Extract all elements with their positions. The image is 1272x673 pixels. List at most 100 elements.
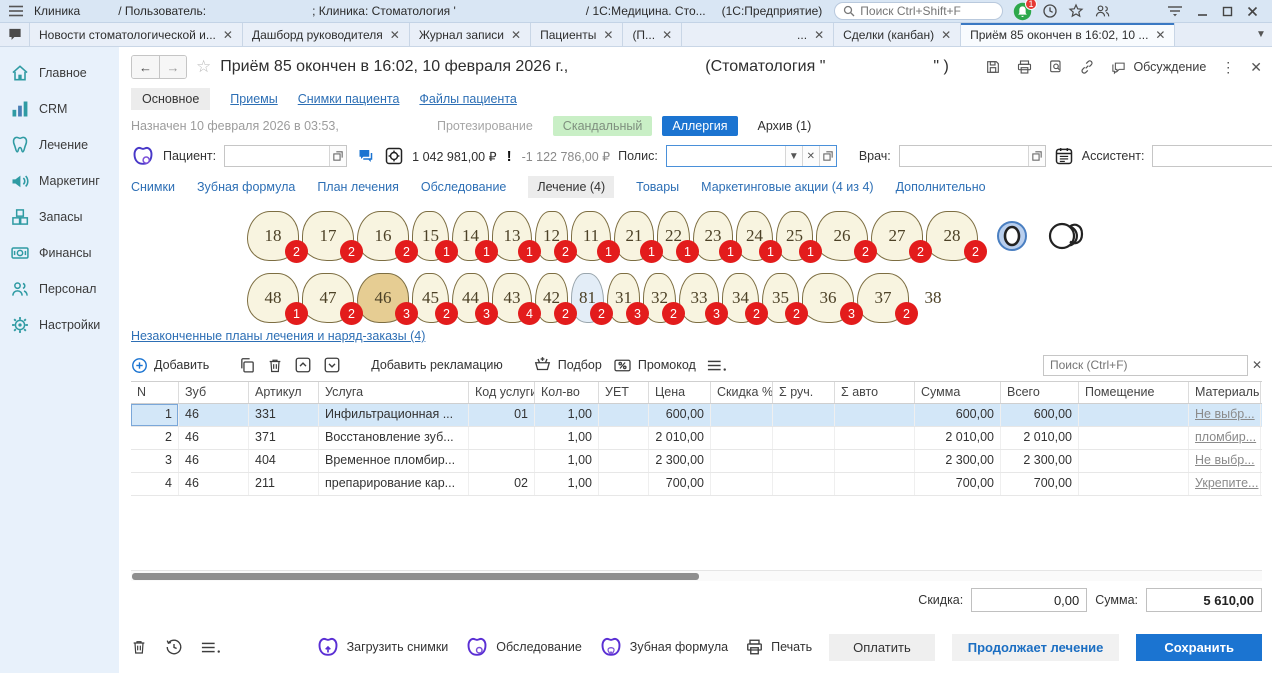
cell-2-3[interactable]: Временное пломбир... — [319, 450, 469, 472]
tooth-38[interactable]: 38 — [912, 273, 954, 323]
more-actions-icon[interactable]: ⋮ — [1221, 59, 1235, 76]
cell-1-12[interactable]: 2 010,00 — [1001, 427, 1079, 449]
column-header-5[interactable]: Кол-во — [535, 382, 599, 403]
cell-0-7[interactable]: 600,00 — [649, 404, 711, 426]
cell-1-1[interactable]: 46 — [179, 427, 249, 449]
column-header-10[interactable]: Σ авто — [835, 382, 915, 403]
copy-icon[interactable] — [239, 357, 256, 374]
sidebar-item-главное[interactable]: Главное — [0, 55, 119, 91]
discount-input[interactable] — [971, 588, 1087, 612]
material-link[interactable]: Не выбр... — [1195, 453, 1255, 467]
maximize-icon[interactable] — [1222, 6, 1233, 17]
cell-3-9[interactable] — [773, 473, 835, 495]
section-tab-5[interactable]: Товары — [636, 180, 679, 194]
tab-1[interactable]: Дашборд руководителя✕ — [243, 23, 410, 46]
link-icon[interactable] — [1079, 59, 1095, 75]
safe-icon[interactable] — [384, 146, 404, 166]
more-commands-icon[interactable] — [707, 359, 727, 372]
change-history-icon[interactable] — [165, 638, 183, 656]
pay-button[interactable]: Оплатить — [829, 634, 935, 661]
forward-button[interactable]: → — [159, 56, 186, 78]
close-tab-icon[interactable]: ✕ — [814, 28, 824, 42]
scrollbar-thumb[interactable] — [132, 573, 699, 580]
cell-2-8[interactable] — [711, 450, 773, 472]
open-icon[interactable] — [1028, 146, 1045, 166]
preview-icon[interactable] — [1048, 59, 1064, 75]
tooth-36[interactable]: 363 — [802, 273, 854, 323]
tooth-33[interactable]: 333 — [679, 273, 719, 323]
cell-2-12[interactable]: 2 300,00 — [1001, 450, 1079, 472]
cell-2-2[interactable]: 404 — [249, 450, 319, 472]
tooth-48[interactable]: 481 — [247, 273, 299, 323]
cell-3-1[interactable]: 46 — [179, 473, 249, 495]
tag-2[interactable]: Аллергия — [662, 116, 737, 136]
tooth-17[interactable]: 172 — [302, 211, 354, 261]
history-icon[interactable] — [1042, 3, 1058, 19]
minimize-icon[interactable] — [1197, 6, 1208, 17]
upload-images-button[interactable]: Загрузить снимки — [316, 636, 449, 658]
tooth-18[interactable]: 182 — [247, 211, 299, 261]
cell-1-6[interactable] — [599, 427, 649, 449]
tooth-43[interactable]: 434 — [492, 273, 532, 323]
column-header-8[interactable]: Скидка % — [711, 382, 773, 403]
cell-2-7[interactable]: 2 300,00 — [649, 450, 711, 472]
section-tab-0[interactable]: Снимки — [131, 180, 175, 194]
cell-3-5[interactable]: 1,00 — [535, 473, 599, 495]
cell-0-1[interactable]: 46 — [179, 404, 249, 426]
column-header-11[interactable]: Сумма — [915, 382, 1001, 403]
add-complaint-button[interactable]: Добавить рекламацию — [371, 358, 503, 372]
close-tab-icon[interactable]: ✕ — [390, 28, 400, 42]
subtab-1[interactable]: Приемы — [230, 92, 277, 106]
subtab-0[interactable]: Основное — [131, 88, 210, 110]
column-header-9[interactable]: Σ руч. — [773, 382, 835, 403]
pick-button[interactable]: Подбор — [533, 356, 602, 374]
delete-icon[interactable] — [131, 638, 147, 656]
pair-teeth-view-icon[interactable] — [1048, 221, 1088, 251]
table-row[interactable]: 246371Восстановление зуб...1,002 010,002… — [131, 427, 1262, 450]
cell-2-13[interactable] — [1079, 450, 1189, 472]
sum-input[interactable] — [1146, 588, 1262, 612]
cell-1-2[interactable]: 371 — [249, 427, 319, 449]
dental-formula-button[interactable]: Зубная формула — [599, 636, 728, 658]
close-tab-icon[interactable]: ✕ — [662, 28, 672, 42]
section-tab-2[interactable]: План лечения — [317, 180, 399, 194]
tab-2[interactable]: Журнал записи✕ — [410, 23, 531, 46]
global-search-input[interactable] — [860, 4, 994, 18]
unfinished-plans-link[interactable]: Незаконченные планы лечения и наряд-зака… — [131, 329, 425, 343]
column-header-2[interactable]: Артикул — [249, 382, 319, 403]
section-tab-7[interactable]: Дополнительно — [896, 180, 986, 194]
tooth-26[interactable]: 262 — [816, 211, 868, 261]
cell-0-0[interactable]: 1 — [131, 404, 179, 426]
tab-6[interactable]: Сделки (канбан)✕ — [834, 23, 961, 46]
discussions-panel-icon[interactable] — [0, 23, 30, 46]
cell-0-4[interactable]: 01 — [469, 404, 535, 426]
cell-2-1[interactable]: 46 — [179, 450, 249, 472]
sidebar-item-маркетинг[interactable]: Маркетинг — [0, 163, 119, 199]
close-tab-icon[interactable]: ✕ — [941, 28, 951, 42]
chevron-down-icon[interactable]: ▼ — [785, 146, 802, 166]
cell-3-4[interactable]: 02 — [469, 473, 535, 495]
cell-0-9[interactable] — [773, 404, 835, 426]
cell-0-10[interactable] — [835, 404, 915, 426]
sidebar-item-crm[interactable]: CRM — [0, 91, 119, 127]
cell-2-6[interactable] — [599, 450, 649, 472]
material-link[interactable]: Укрепите... — [1195, 476, 1258, 490]
cell-3-6[interactable] — [599, 473, 649, 495]
table-row[interactable]: 446211препарирование кар...021,00700,007… — [131, 473, 1262, 496]
cell-0-6[interactable] — [599, 404, 649, 426]
column-header-6[interactable]: УЕТ — [599, 382, 649, 403]
assistant-input[interactable] — [1153, 146, 1272, 166]
close-tab-icon[interactable]: ✕ — [603, 28, 613, 42]
patient-card-icon[interactable] — [131, 145, 155, 167]
tab-overflow-icon[interactable]: ▼ — [1250, 23, 1272, 46]
cell-0-11[interactable]: 600,00 — [915, 404, 1001, 426]
table-search-input[interactable] — [1043, 355, 1248, 376]
cell-3-3[interactable]: препарирование кар... — [319, 473, 469, 495]
close-tab-icon[interactable]: ✕ — [223, 28, 233, 42]
column-header-12[interactable]: Всего — [1001, 382, 1079, 403]
patient-input[interactable] — [225, 146, 329, 166]
cell-1-13[interactable] — [1079, 427, 1189, 449]
cell-1-3[interactable]: Восстановление зуб... — [319, 427, 469, 449]
cell-1-14[interactable]: пломбир... — [1189, 427, 1261, 449]
notifications-icon[interactable]: 1 — [1013, 2, 1032, 21]
